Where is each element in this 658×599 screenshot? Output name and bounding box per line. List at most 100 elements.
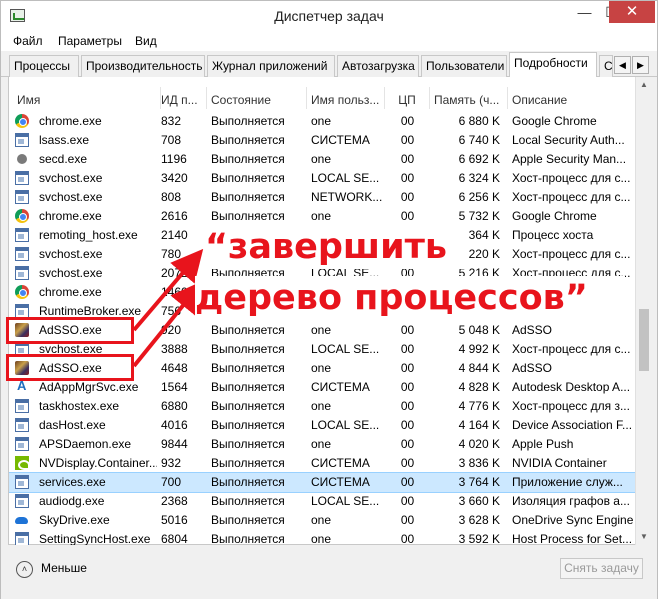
cell-cpu: 00 [400,361,415,375]
cell-cpu: 00 [400,228,415,242]
cell-user: one [311,399,332,413]
cell-pid: 6880 [161,399,188,413]
tab-users[interactable]: Пользователи [421,55,507,77]
title-bar[interactable]: Диспетчер задач — ☐ ✕ [1,1,657,31]
cell-mem: 6 256 K [458,190,500,204]
menu-file[interactable]: Файл [13,34,43,48]
process-row[interactable]: chrome.exe 2616 Выполняется one 00 5 732 K Goo… [9,207,635,226]
cell-name: svchost.exe [39,190,103,204]
process-row[interactable]: dasHost.exe 4016 Выполняется LOCAL SE... 00 4… [9,416,635,435]
cell-cpu: 00 [400,133,415,147]
fewer-details-button[interactable]: Меньше [41,561,87,575]
process-row[interactable]: svchost.exe 3888 Выполняется LOCAL SE... 00 4… [9,340,635,359]
cell-status: Выполняется [211,323,285,337]
process-row[interactable]: SkyDrive.exe 5016 Выполняется one 00 3 628 K O… [9,511,635,530]
process-row[interactable]: RuntimeBroker.exe 756 Выполняется one 00 5 06… [9,302,635,321]
cell-mem: 4 992 K [458,342,500,356]
cell-user: one [311,532,332,545]
cell-cpu: 00 [400,494,415,508]
close-button[interactable]: ✕ [609,1,655,23]
column-header-cpu[interactable]: ЦП [385,87,430,109]
cell-status: Выполняется [211,133,285,147]
cell-status: Выполняется [211,285,285,299]
process-row[interactable]: remoting_host.exe 2140 Выполняется СИСТЕМА 0… [9,226,635,245]
cell-desc: Хост-процесс для з... [512,399,630,413]
scrollbar-thumb[interactable] [639,309,649,371]
cell-status: Выполняется [211,266,285,280]
window-icon [15,532,29,545]
cell-status: Выполняется [211,380,285,394]
scroll-down-icon[interactable]: ▼ [636,529,652,545]
tab-services[interactable]: С [599,55,613,77]
column-header-memory[interactable]: Память (ч... [430,87,508,109]
cell-status: Выполняется [211,190,285,204]
cell-name: dasHost.exe [39,418,106,432]
process-row[interactable]: secd.exe 1196 Выполняется one 00 6 692 K Apple… [9,150,635,169]
adsso-icon [15,361,29,375]
tab-scroll-left-icon[interactable]: ◀ [614,56,631,74]
cell-desc: AdSSO [512,361,553,375]
cell-user: one [311,304,332,318]
process-row[interactable]: svchost.exe 780 Выполняется LOCAL SE... 00 5 … [9,245,635,264]
process-row[interactable]: NVDisplay.Container... 932 Выполняется СИСТ… [9,454,635,473]
process-row[interactable]: taskhostex.exe 6880 Выполняется one 00 4 776 … [9,397,635,416]
process-row[interactable]: chrome.exe 832 Выполняется one 00 6 880 K Goog… [9,112,635,131]
tab-app-history[interactable]: Журнал приложений [207,55,335,77]
tab-startup[interactable]: Автозагрузка [337,55,419,77]
cell-user: one [311,513,332,527]
cell-status: Выполняется [211,342,285,356]
cell-mem: 5 064 K [458,304,500,318]
scroll-up-icon[interactable]: ▲ [636,77,652,93]
cell-status: Выполняется [211,171,285,185]
minimize-button[interactable]: — [571,1,598,23]
cell-user: СИСТЕМА [311,456,370,470]
cell-user: one [311,323,332,337]
process-row[interactable]: AdAppMgrSvc.exe 1564 Выполняется СИСТЕМА 00 4… [9,378,635,397]
cell-pid: 2140 [161,228,188,242]
process-row[interactable]: audiodg.exe 2368 Выполняется LOCAL SE... 00 3… [9,492,635,511]
process-row[interactable]: chrome.exe 1460 Выполняется one 00 5 200 K Goo… [9,283,635,302]
end-task-button[interactable]: Снять задачу [560,558,643,579]
window-icon [15,266,29,280]
cell-status: Выполняется [211,304,285,318]
cell-mem: 4 164 K [458,418,500,432]
cell-desc: Apple Security Man... [512,152,627,166]
cell-desc: AdSSO [512,323,553,337]
process-row[interactable]: svchost.exe 3420 Выполняется LOCAL SE... 00 6… [9,169,635,188]
skydrive-icon [15,513,29,527]
tab-details[interactable]: Подробности [509,52,597,78]
cell-mem: 6 740 K [458,133,500,147]
vertical-scrollbar[interactable]: ▲ ▼ [635,77,651,545]
cell-name: NVDisplay.Container... [39,456,157,470]
column-header-name[interactable]: Имя [13,87,161,109]
cell-mem: 3 764 K [458,475,500,489]
cell-desc: Хост-процесс для с... [512,266,631,280]
process-row[interactable]: AdSSO.exe 920 Выполняется one 00 5 048 K AdSSO [9,321,635,340]
process-row[interactable]: AdSSO.exe 4648 Выполняется one 00 4 844 K AdSS… [9,359,635,378]
process-row[interactable]: services.exe 700 Выполняется СИСТЕМА 00 3 764… [9,472,635,493]
cell-cpu: 00 [400,247,415,261]
cell-pid: 2072 [161,266,188,280]
tab-performance[interactable]: Производительность [81,55,205,77]
cell-user: СИСТЕМА [311,228,370,242]
process-row[interactable]: APSDaemon.exe 9844 Выполняется one 00 4 020 K… [9,435,635,454]
process-row[interactable]: SettingSyncHost.exe 6804 Выполняется one 00 3… [9,530,635,545]
window-title: Диспетчер задач [274,8,384,24]
process-row[interactable]: lsass.exe 708 Выполняется СИСТЕМА 00 6 740 K L… [9,131,635,150]
cell-pid: 3888 [161,342,188,356]
fewer-details-icon[interactable]: ˄ [16,561,33,578]
tab-processes[interactable]: Процессы [9,55,79,77]
process-row[interactable]: svchost.exe 808 Выполняется NETWORK... 00 6 2… [9,188,635,207]
autodesk-icon [15,378,29,394]
nvidia-icon [15,456,30,470]
cell-status: Выполняется [211,247,285,261]
menu-options[interactable]: Параметры [58,34,122,48]
column-header-pid[interactable]: ИД п... [157,87,207,109]
column-header-status[interactable]: Состояние [207,87,307,109]
tab-scroll-right-icon[interactable]: ▶ [632,56,649,74]
process-row[interactable]: svchost.exe 2072 Выполняется LOCAL SE... 00 5… [9,264,635,283]
column-header-description[interactable]: Описание [508,87,635,109]
cell-pid: 808 [161,190,182,204]
column-header-user[interactable]: Имя польз... [307,87,385,109]
menu-view[interactable]: Вид [135,34,157,48]
